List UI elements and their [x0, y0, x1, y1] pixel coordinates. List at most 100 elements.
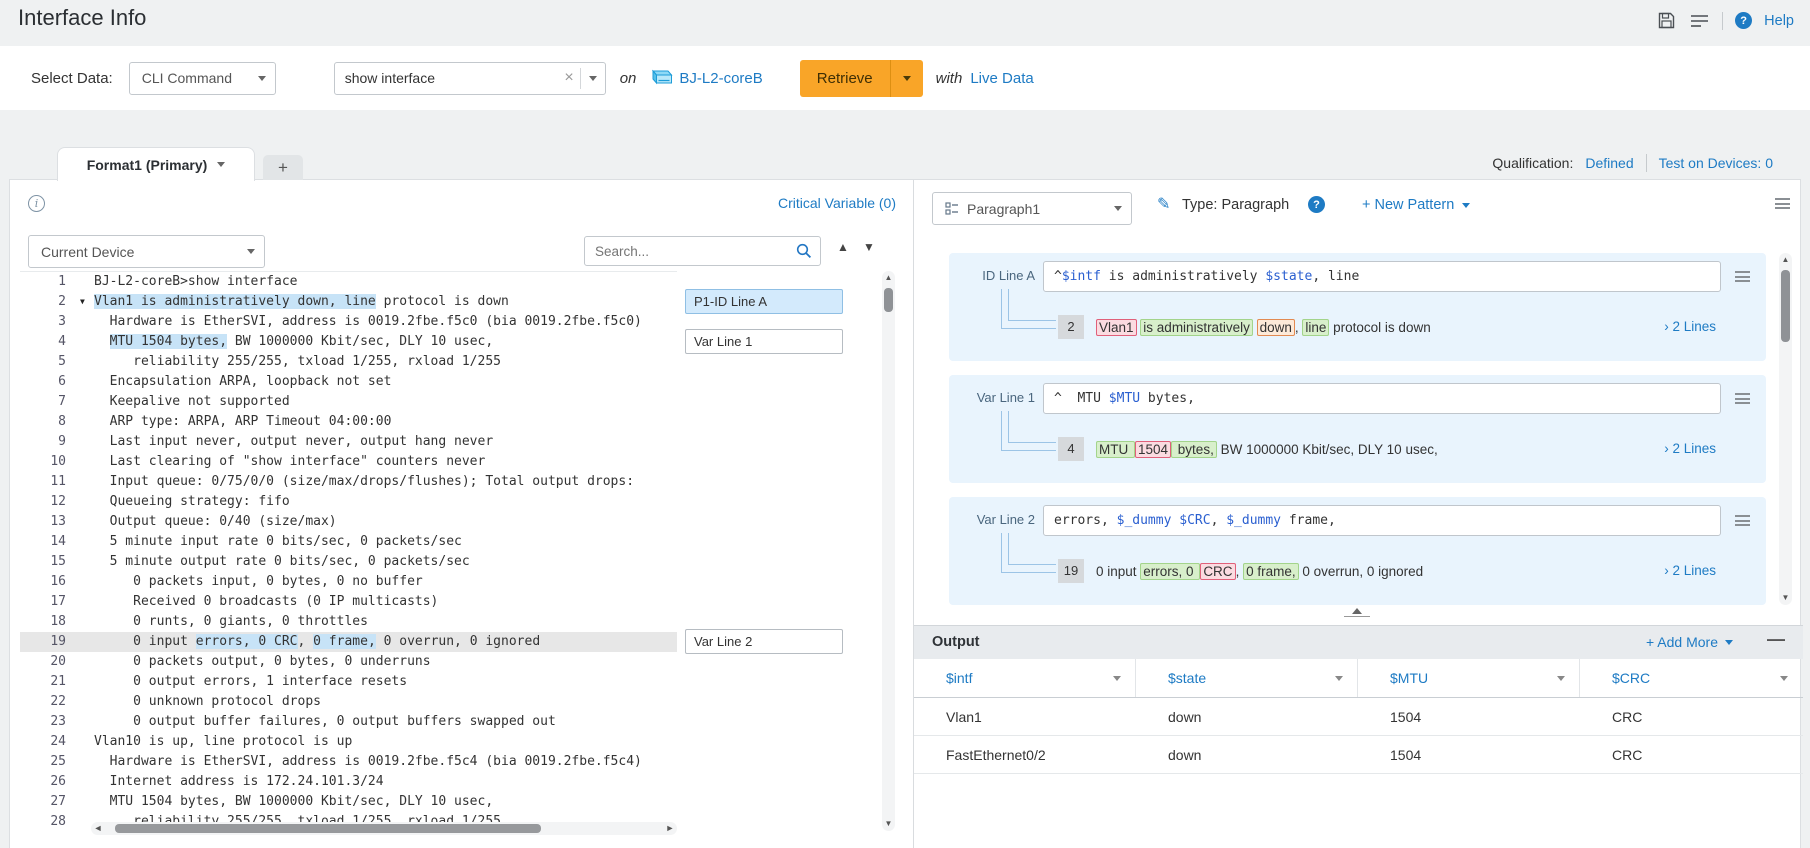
test-on-devices-link[interactable]: Test on Devices: 0 [1659, 155, 1773, 171]
code-line[interactable]: 21 0 output errors, 1 interface resets [20, 672, 677, 692]
pattern-card-menu-icon[interactable] [1735, 393, 1750, 404]
code-line[interactable]: 16 0 packets input, 0 bytes, 0 no buffer [20, 572, 677, 592]
scroll-up-icon[interactable]: ▲ [882, 271, 895, 285]
chevron-down-icon [1462, 203, 1470, 208]
pattern-regex-input[interactable]: ^$intf is administratively $state, line [1043, 261, 1721, 292]
add-more-link[interactable]: + Add More [1646, 634, 1718, 650]
clear-icon[interactable]: × [564, 69, 573, 87]
expand-lines-link[interactable]: › 2 Lines [1664, 563, 1716, 578]
line-number: 19 [20, 632, 78, 652]
scroll-left-icon[interactable]: ◄ [91, 822, 105, 835]
edit-icon[interactable]: ✎ [1157, 194, 1170, 214]
chevron-right-icon: › [1664, 441, 1672, 456]
data-type-select[interactable]: CLI Command [129, 62, 276, 95]
code-line[interactable]: 7 Keepalive not supported [20, 392, 677, 412]
list-icon[interactable] [1689, 10, 1710, 31]
new-pattern-link[interactable]: + New Pattern [1362, 197, 1454, 213]
code-line[interactable]: 27 MTU 1504 bytes, BW 1000000 Kbit/sec, … [20, 792, 677, 812]
command-dropdown-button[interactable] [581, 76, 605, 81]
command-input[interactable] [335, 70, 565, 86]
live-data-link[interactable]: Live Data [970, 70, 1033, 87]
page-header: Interface Info ? Help [0, 0, 1810, 42]
anchor-label[interactable]: P1-ID Line A [685, 289, 843, 314]
scroll-down-icon[interactable]: ▼ [1779, 591, 1792, 605]
info-icon[interactable]: i [28, 195, 45, 212]
type-help-icon[interactable]: ? [1308, 196, 1325, 213]
anchor-label[interactable]: Var Line 2 [685, 629, 843, 654]
retrieve-button[interactable]: Retrieve [800, 60, 923, 97]
code-line[interactable]: 3 Hardware is EtherSVI, address is 0019.… [20, 312, 677, 332]
help-icon[interactable]: ? [1735, 12, 1752, 29]
code-line[interactable]: 15 5 minute output rate 0 bits/sec, 0 pa… [20, 552, 677, 572]
output-column-header[interactable]: $intf [914, 659, 1136, 697]
pattern-regex-input[interactable]: ^ MTU $MTU bytes, [1043, 383, 1721, 414]
search-next-button[interactable]: ▼ [860, 240, 878, 254]
code-line[interactable]: 17 Received 0 broadcasts (0 IP multicast… [20, 592, 677, 612]
pattern-card-menu-icon[interactable] [1735, 271, 1750, 282]
code-line[interactable]: 1BJ-L2-coreB>show interface [20, 272, 677, 292]
tab-format1-primary[interactable]: Format1 (Primary) [57, 147, 255, 181]
code-line[interactable]: 8 ARP type: ARPA, ARP Timeout 04:00:00 [20, 412, 677, 432]
scrollbar-thumb[interactable] [115, 824, 541, 833]
help-link[interactable]: Help [1764, 13, 1794, 29]
scrollbar-thumb[interactable] [1781, 270, 1790, 342]
code-text: reliability 255/255, txload 1/255, rxloa… [78, 352, 501, 372]
add-tab-button[interactable]: + [263, 155, 303, 180]
output-column-header[interactable]: $CRC [1580, 659, 1802, 697]
add-more-wrap: + Add More [1646, 634, 1733, 650]
code-line[interactable]: 22 0 unknown protocol drops [20, 692, 677, 712]
output-column-header[interactable]: $MTU [1358, 659, 1580, 697]
device-scope-select[interactable]: Current Device [28, 235, 265, 268]
critical-variable-link[interactable]: Critical Variable (0) [778, 195, 896, 211]
search-icon[interactable] [796, 243, 812, 262]
search-input[interactable] [585, 237, 820, 265]
search-prev-button[interactable]: ▲ [834, 240, 852, 254]
fold-icon[interactable]: ▼ [80, 292, 85, 312]
code-line[interactable]: 14 5 minute input rate 0 bits/sec, 0 pac… [20, 532, 677, 552]
code-line[interactable]: 12 Queueing strategy: fifo [20, 492, 677, 512]
code-line[interactable]: 24Vlan10 is up, line protocol is up [20, 732, 677, 752]
horizontal-scrollbar[interactable]: ◄ ► [91, 822, 677, 835]
code-line[interactable]: 23 0 output buffer failures, 0 output bu… [20, 712, 677, 732]
expand-lines-link[interactable]: › 2 Lines [1664, 441, 1716, 456]
code-line[interactable]: 19 0 input errors, 0 CRC, 0 frame, 0 ove… [20, 632, 677, 652]
code-line[interactable]: 11 Input queue: 0/75/0/0 (size/max/drops… [20, 472, 677, 492]
code-line[interactable]: 2▼Vlan1 is administratively down, line p… [20, 292, 677, 312]
code-line[interactable]: 13 Output queue: 0/40 (size/max) [20, 512, 677, 532]
save-icon[interactable] [1656, 10, 1677, 31]
scroll-right-icon[interactable]: ► [663, 822, 677, 835]
table-row[interactable]: Vlan1down1504CRC [914, 698, 1803, 736]
output-column-header[interactable]: $state [1136, 659, 1358, 697]
output-section: Output + Add More — $intf$state$MTU$CRC … [914, 625, 1803, 848]
collapse-panel-button[interactable] [1339, 608, 1375, 617]
code-editor[interactable]: 1BJ-L2-coreB>show interface2▼Vlan1 is ad… [20, 271, 677, 831]
scroll-up-icon[interactable]: ▲ [1779, 253, 1792, 267]
line-number: 11 [20, 472, 78, 492]
code-line[interactable]: 18 0 runts, 0 giants, 0 throttles [20, 612, 677, 632]
table-row[interactable]: FastEthernet0/2down1504CRC [914, 736, 1803, 774]
pattern-select[interactable]: Paragraph1 [932, 192, 1132, 225]
code-line[interactable]: 6 Encapsulation ARPA, loopback not set [20, 372, 677, 392]
vertical-scrollbar[interactable]: ▲ ▼ [1779, 253, 1792, 605]
code-line[interactable]: 20 0 packets output, 0 bytes, 0 underrun… [20, 652, 677, 672]
code-line[interactable]: 5 reliability 255/255, txload 1/255, rxl… [20, 352, 677, 372]
retrieve-dropdown-button[interactable] [890, 60, 923, 97]
line-number: 22 [20, 692, 78, 712]
pattern-card-menu-icon[interactable] [1735, 515, 1750, 526]
code-line[interactable]: 9 Last input never, output never, output… [20, 432, 677, 452]
scroll-down-icon[interactable]: ▼ [882, 817, 895, 831]
scrollbar-thumb[interactable] [884, 288, 893, 312]
vertical-scrollbar[interactable]: ▲ ▼ [882, 271, 895, 831]
code-line[interactable]: 25 Hardware is EtherSVI, address is 0019… [20, 752, 677, 772]
minimize-icon[interactable]: — [1767, 629, 1785, 650]
pattern-menu-icon[interactable] [1775, 198, 1790, 209]
qualification-defined-link[interactable]: Defined [1585, 155, 1633, 171]
device-link[interactable]: BJ-L2-coreB [679, 70, 762, 87]
anchor-label[interactable]: Var Line 1 [685, 329, 843, 354]
chevron-right-icon: › [1664, 319, 1672, 334]
code-line[interactable]: 26 Internet address is 172.24.101.3/24 [20, 772, 677, 792]
code-line[interactable]: 10 Last clearing of "show interface" cou… [20, 452, 677, 472]
expand-lines-link[interactable]: › 2 Lines [1664, 319, 1716, 334]
code-line[interactable]: 4 MTU 1504 bytes, BW 1000000 Kbit/sec, D… [20, 332, 677, 352]
pattern-regex-input[interactable]: errors, $_dummy $CRC, $_dummy frame, [1043, 505, 1721, 536]
